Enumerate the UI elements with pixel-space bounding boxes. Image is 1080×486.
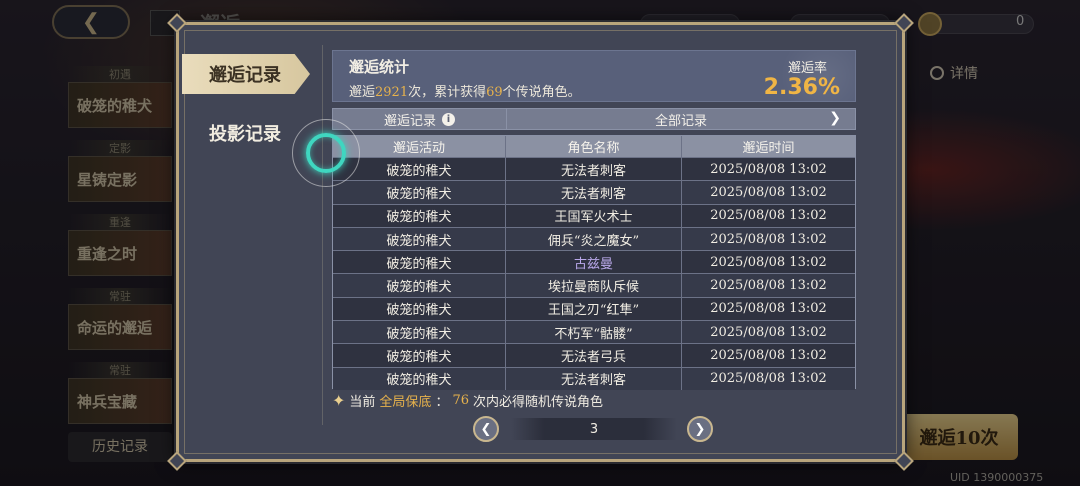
cell-time: 2025/08/08 13:02 [710,184,827,200]
chevron-right-icon: ❯ [694,421,706,437]
next-page-button[interactable]: ❯ [687,416,713,442]
pity-prefix: 当前 [349,395,376,410]
legend-count: 69 [486,85,503,100]
table-row: 破笼的稚犬 无法者弓兵 2025/08/08 13:02 [333,343,855,367]
prev-page-button[interactable]: ❮ [473,416,499,442]
table-body: 破笼的稚犬 无法者刺客 2025/08/08 13:02 破笼的稚犬 无法者刺客 2025… [333,157,855,390]
cell-event: 破笼的稚犬 [333,274,506,297]
cell-character-name: 王国军火术士 [506,204,682,227]
filter-dropdown[interactable]: 全部记录 ❯ [507,109,855,129]
record-type-text: 邂逅记录 [383,113,436,129]
cell-character-name: 无法者刺客 [506,158,682,181]
record-table: 邂逅活动 角色名称 邂逅时间 破笼的稚犬 无法者刺客 2025/08/08 13:0… [332,135,856,390]
stats-middle: 次，累计获得 [408,85,487,100]
cell-character-name: 佣兵“炎之魔女” [506,227,682,251]
table-row: 破笼的稚犬 古兹曼 2025/08/08 13:02 [333,250,855,274]
filter-value: 全部记录 [654,113,707,129]
cell-event: 破笼的稚犬 [333,204,506,227]
cell-event: 破笼的稚犬 [333,367,506,390]
filter-bar: 邂逅记录 i 全部记录 ❯ [332,108,856,130]
pagination: ❮ 3 ❯ [473,416,716,442]
summon-count: 2921 [375,85,409,100]
cell-character-name: 不朽军“骷髅” [506,321,682,344]
cell-character-name: 无法者刺客 [506,367,682,390]
cell-time: 2025/08/08 13:02 [710,371,827,387]
cell-character-name: 古兹曼 [506,251,682,274]
table-row: 破笼的稚犬 不朽军“骷髅” 2025/08/08 13:02 [333,320,855,344]
table-row: 破笼的稚犬 王国军火术士 2025/08/08 13:02 [333,203,855,227]
info-icon[interactable]: i [442,112,455,126]
pity-colon: ： [435,395,449,410]
stats-prefix: 邂逅 [349,85,376,100]
chevron-right-icon: ❯ [829,110,841,126]
summon-stats-panel: 邂逅统计 邂逅2921次，累计获得69个传说角色。 邂逅率 2.36% [332,50,856,102]
sparkle-icon: ✦ [332,391,346,410]
table-row: 破笼的稚犬 无法者刺客 2025/08/08 13:02 [333,157,855,181]
cell-event: 破笼的稚犬 [333,321,506,344]
divider [322,45,323,425]
table-row: 破笼的稚犬 王国之刃“红隼” 2025/08/08 13:02 [333,296,855,321]
table-row: 破笼的稚犬 埃拉曼商队斥候 2025/08/08 13:02 [333,273,855,297]
cell-character-name: 王国之刃“红隼” [506,297,682,321]
cell-time: 2025/08/08 13:02 [710,254,827,270]
cell-event: 破笼的稚犬 [333,181,506,204]
table-row: 破笼的稚犬 无法者刺客 2025/08/08 13:02 [333,180,855,204]
rate-value: 2.36% [763,75,840,100]
cell-event: 破笼的稚犬 [333,251,506,274]
cell-time: 2025/08/08 13:02 [710,161,827,177]
chevron-left-icon: ❮ [480,421,492,437]
cell-time: 2025/08/08 13:02 [710,348,827,364]
touch-indicator-icon [306,133,346,173]
table-header: 邂逅活动 角色名称 邂逅时间 [333,136,855,157]
record-type-label[interactable]: 邂逅记录 i [333,109,507,129]
cell-time: 2025/08/08 13:02 [710,208,827,224]
tab-projection-record[interactable]: 投影记录 [182,113,310,153]
cell-character-name: 无法者刺客 [506,181,682,204]
header-name: 角色名称 [506,136,682,157]
pity-suffix: 次内必得随机传说角色 [473,395,604,410]
rate-label: 邂逅率 [787,61,827,76]
stats-title: 邂逅统计 [349,58,410,76]
cell-time: 2025/08/08 13:02 [710,324,827,340]
pity-highlight: 全局保底 [379,395,432,410]
cell-event: 破笼的稚犬 [333,227,506,251]
stats-suffix: 个传说角色。 [502,85,581,100]
cell-time: 2025/08/08 13:02 [710,278,827,294]
cell-event: 破笼的稚犬 [333,344,506,367]
cell-time: 2025/08/08 13:02 [710,301,827,317]
pity-count: 76 [452,393,469,408]
header-time: 邂逅时间 [742,141,795,156]
stats-summary: 邂逅2921次，累计获得69个传说角色。 [349,81,581,100]
table-row: 破笼的稚犬 佣兵“炎之魔女” 2025/08/08 13:02 [333,226,855,251]
table-row: 破笼的稚犬 无法者刺客 2025/08/08 13:02 [333,366,855,390]
page-number: 3 [511,418,677,440]
summon-record-modal: 邂逅记录 投影记录 邂逅统计 邂逅2921次，累计获得69个传说角色。 邂逅率 … [167,13,914,471]
cell-event: 破笼的稚犬 [333,297,506,321]
tab-summon-record[interactable]: 邂逅记录 [182,54,310,94]
pity-info: ✦ 当前 全局保底： 76 次内必得随机传说角色 [332,391,603,410]
cell-time: 2025/08/08 13:02 [710,231,827,247]
cell-character-name: 无法者弓兵 [506,344,682,367]
cell-character-name: 埃拉曼商队斥候 [506,274,682,297]
